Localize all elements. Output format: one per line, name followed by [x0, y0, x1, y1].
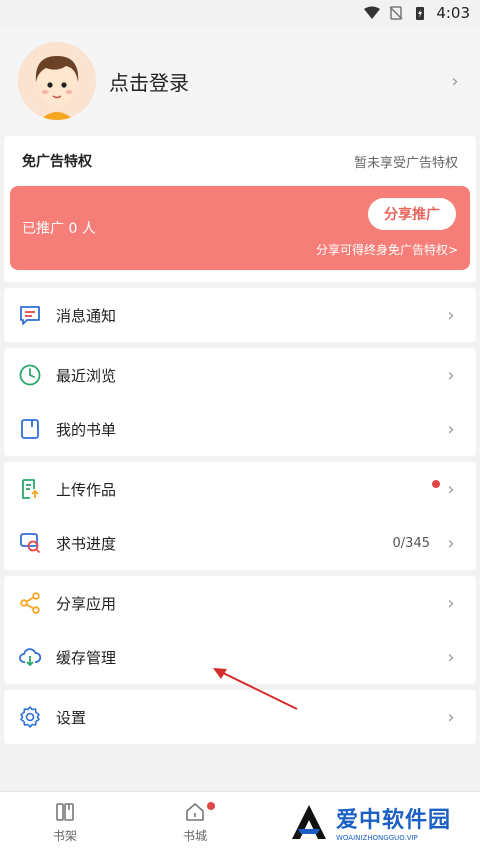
watermark: 爱中软件园 WOAINIZHONGGUO.VIP	[280, 794, 460, 850]
tab-label-bookstore: 书城	[182, 829, 207, 843]
cloud-download-icon	[19, 648, 42, 667]
chevron-right-icon: ›	[447, 364, 455, 386]
watermark-title: 爱中软件园	[336, 808, 452, 833]
no-sim-icon	[389, 6, 403, 20]
promotion-hint-link[interactable]: 分享可得终身免广告特权>	[316, 241, 458, 258]
message-icon	[20, 306, 40, 325]
ad-privilege-card: 免广告特权 暂未享受广告特权 已推广 0 人 分享推广 分享可得终身免广告特权>	[4, 136, 476, 282]
menu-item-upload[interactable]: 上传作品 ›	[4, 462, 476, 516]
book-icon	[21, 419, 39, 439]
gear-icon	[20, 706, 40, 728]
chevron-right-icon: ›	[447, 478, 455, 500]
watermark-logo	[292, 805, 326, 839]
login-text[interactable]: 点击登录	[109, 67, 448, 96]
menu-label-upload: 上传作品	[56, 480, 117, 499]
chevron-right-icon: ›	[451, 70, 459, 92]
menu-item-booklist[interactable]: 我的书单 ›	[4, 402, 476, 456]
menu-label-recent: 最近浏览	[56, 366, 117, 385]
menu-item-recent[interactable]: 最近浏览 ›	[4, 348, 476, 402]
menu-item-request-progress[interactable]: 求书进度 0/345 ›	[4, 516, 476, 570]
battery-icon	[416, 7, 425, 20]
menu-group-works: 上传作品 › 求书进度 0/345 ›	[4, 462, 476, 570]
search-book-icon	[20, 533, 41, 554]
promotion-banner: 已推广 0 人 分享推广 分享可得终身免广告特权>	[10, 186, 470, 270]
chevron-right-icon: ›	[447, 304, 455, 326]
notification-dot	[207, 802, 215, 810]
promoted-count: 已推广 0 人	[22, 221, 96, 237]
status-bar: 4:03	[0, 0, 480, 26]
menu-group-reading: 最近浏览 › 我的书单 ›	[4, 348, 476, 456]
share-icon	[20, 592, 40, 614]
chevron-right-icon: ›	[447, 592, 455, 614]
chevron-right-icon: ›	[447, 706, 455, 728]
profile-header[interactable]: 点击登录 ›	[0, 26, 480, 136]
clock: 4:03	[436, 4, 470, 22]
chevron-right-icon: ›	[447, 418, 455, 440]
chevron-right-icon: ›	[447, 532, 455, 554]
avatar[interactable]	[18, 42, 96, 120]
watermark-subtitle: WOAINIZHONGGUO.VIP	[336, 834, 418, 842]
upload-document-icon	[22, 479, 39, 499]
ad-privilege-status: 暂未享受广告特权	[353, 155, 458, 171]
wifi-icon	[364, 6, 381, 19]
menu-group-messages: 消息通知 ›	[4, 288, 476, 342]
tab-bookstore[interactable]: 书城	[130, 792, 260, 853]
notification-dot	[432, 480, 440, 488]
menu-label-request-progress: 求书进度	[56, 534, 117, 553]
chevron-right-icon: ›	[447, 646, 455, 668]
home-icon	[186, 803, 204, 821]
tab-bookshelf[interactable]: 书架	[0, 792, 130, 853]
menu-item-messages[interactable]: 消息通知 ›	[4, 288, 476, 342]
tab-label-bookshelf: 书架	[52, 829, 77, 843]
clock-icon	[19, 364, 41, 386]
ad-privilege-title: 免广告特权	[22, 154, 92, 170]
menu-item-share-app[interactable]: 分享应用 ›	[4, 576, 476, 630]
share-promote-button[interactable]: 分享推广	[368, 198, 456, 230]
menu-label-messages: 消息通知	[56, 306, 117, 325]
bookshelf-icon	[56, 803, 74, 821]
menu-label-share-app: 分享应用	[56, 594, 117, 613]
menu-label-booklist: 我的书单	[56, 420, 117, 439]
annotation-arrow	[213, 668, 298, 710]
avatar-illustration	[18, 42, 96, 120]
request-progress-value: 0/345	[392, 535, 430, 551]
